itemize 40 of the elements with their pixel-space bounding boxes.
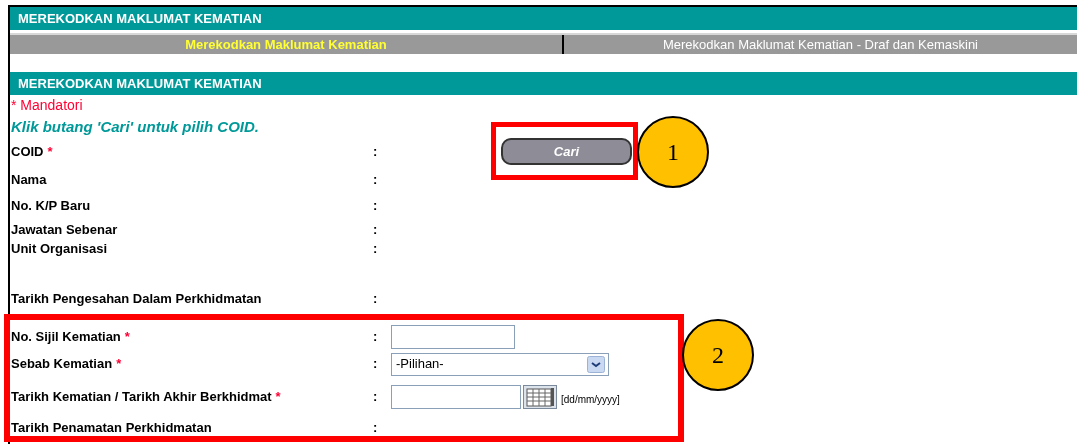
section-title: MEREKODKAN MAKLUMAT KEMATIAN	[18, 74, 262, 93]
field-label: Jawatan Sebenar	[11, 221, 118, 237]
field-label: COID	[11, 143, 44, 159]
field-label: Sebab Kematian	[11, 356, 113, 371]
number-badge: 1	[637, 116, 709, 188]
tab[interactable]: Merekodkan Maklumat Kematian	[10, 35, 562, 54]
date-format-hint: [dd/mm/yyyy]	[561, 392, 620, 407]
colon: :	[373, 198, 379, 214]
colon: :	[373, 356, 379, 372]
colon: :	[373, 172, 379, 188]
search-button[interactable]: Cari	[501, 138, 632, 165]
field-label: Tarikh Kematian / Tarikh Akhir Berkhidmat	[11, 389, 272, 404]
field-label: No. Sijil Kematian	[11, 328, 121, 344]
dropdown-field[interactable]: -Pilihan-	[391, 352, 609, 376]
required-mark: *	[124, 328, 130, 344]
field-label: Tarikh Pengesahan Dalam Perkhidmatan	[11, 291, 262, 306]
mandatory-note: * Mandatori	[11, 96, 84, 115]
required-mark: *	[116, 356, 122, 371]
input-field[interactable]	[391, 324, 515, 349]
dropdown-value: -Pilihan-	[396, 355, 444, 374]
colon: :	[373, 241, 379, 257]
number-badge: 2	[682, 319, 754, 391]
field-label: Nama	[11, 172, 47, 187]
window-title: MEREKODKAN MAKLUMAT KEMATIAN	[18, 9, 262, 28]
colon: :	[373, 221, 379, 238]
colon: :	[373, 389, 379, 405]
date-field[interactable]	[391, 385, 521, 409]
tab[interactable]: Merekodkan Maklumat Kematian - Draf dan Kemaskini	[562, 35, 1077, 54]
field-label: No. K/P Baru	[11, 198, 91, 213]
instruction-text: Klik butang 'Cari' untuk pilih COID.	[11, 117, 260, 137]
required-mark: *	[275, 389, 281, 404]
colon: :	[373, 328, 379, 345]
chevron-down-icon	[587, 355, 605, 373]
field-label: Tarikh Penamatan Perkhidmatan	[11, 420, 212, 435]
colon: :	[373, 143, 379, 160]
required-mark: *	[47, 143, 53, 159]
calendar-icon[interactable]	[523, 385, 557, 409]
colon: :	[373, 291, 379, 307]
colon: :	[373, 420, 379, 436]
field-label: Unit Organisasi	[11, 241, 108, 256]
